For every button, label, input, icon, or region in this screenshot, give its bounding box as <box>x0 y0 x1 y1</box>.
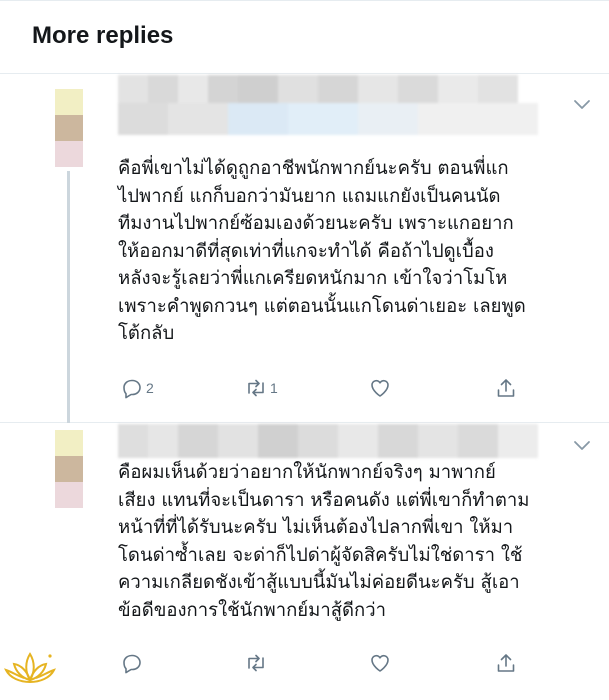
section-title: More replies <box>32 22 174 49</box>
reply-tweet[interactable]: คือพี่เขาไม่ได้ดูถูกอาชีพนักพากย์นะครับ … <box>0 75 609 423</box>
share-button[interactable] <box>494 649 518 677</box>
share-icon <box>497 654 515 672</box>
reply-tweet[interactable]: คือผมเห็นด้วยว่าอยากให้นักพากย์จริงๆ มาพ… <box>0 424 609 700</box>
author-name-redacted <box>118 424 538 458</box>
heart-icon <box>371 654 389 672</box>
share-icon <box>497 379 515 397</box>
heart-icon <box>371 379 389 397</box>
chevron-down-icon[interactable] <box>573 97 591 111</box>
reply-bubble-icon <box>123 379 141 399</box>
retweet-button[interactable]: 1 <box>244 374 278 402</box>
reply-button[interactable] <box>120 649 146 677</box>
lotus-logo-icon <box>4 652 56 683</box>
like-button[interactable] <box>368 374 394 402</box>
retweet-button[interactable] <box>244 649 270 677</box>
avatar[interactable] <box>55 89 83 167</box>
author-name-redacted <box>118 75 538 137</box>
share-button[interactable] <box>494 374 518 402</box>
like-button[interactable] <box>368 649 394 677</box>
retweet-icon <box>248 654 264 672</box>
reply-button[interactable]: 2 <box>120 374 154 402</box>
replies-header: More replies <box>0 0 609 74</box>
tweet-actions <box>108 649 528 677</box>
retweet-icon <box>248 379 264 397</box>
reply-count: 2 <box>146 380 154 396</box>
tweet-text: คือพี่เขาไม่ได้ดูถูกอาชีพนักพากย์นะครับ … <box>118 158 526 344</box>
tweet-text: คือผมเห็นด้วยว่าอยากให้นักพากย์จริงๆ มาพ… <box>118 462 530 621</box>
reply-bubble-icon <box>123 654 141 674</box>
retweet-count: 1 <box>270 380 278 396</box>
chevron-down-icon[interactable] <box>573 438 591 452</box>
avatar[interactable] <box>55 430 83 508</box>
tweet-actions: 2 1 <box>108 374 528 402</box>
thread-line <box>67 171 70 423</box>
